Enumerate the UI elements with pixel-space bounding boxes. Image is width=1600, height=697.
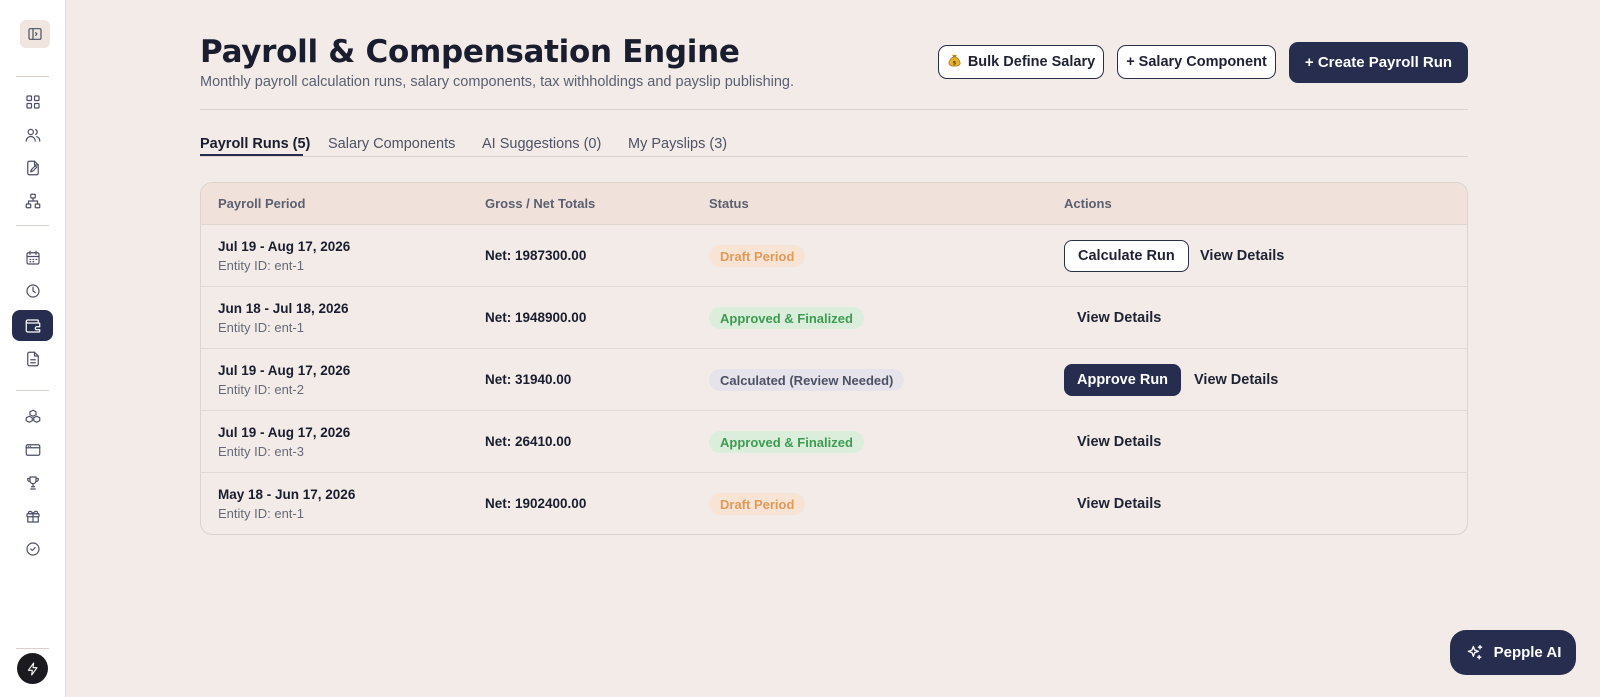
check-circle-icon xyxy=(25,541,40,556)
view-details-button[interactable]: View Details xyxy=(1064,302,1174,334)
create-payroll-run-button[interactable]: + Create Payroll Run xyxy=(1289,42,1468,83)
approve-run-button[interactable]: Approve Run xyxy=(1064,364,1182,396)
sidebar-divider xyxy=(16,76,49,77)
net-total: Net: 1987300.00 xyxy=(485,248,587,263)
tab-payroll-runs[interactable]: Payroll Runs (5) xyxy=(200,136,310,152)
view-details-button[interactable]: View Details xyxy=(1187,240,1297,272)
boxes-icon xyxy=(25,409,40,423)
sidebar-item-performance[interactable] xyxy=(12,467,53,498)
add-salary-component-button[interactable]: + Salary Component xyxy=(1117,45,1276,79)
file-edit-icon xyxy=(26,160,39,175)
sidebar-toggle-button[interactable] xyxy=(20,20,50,48)
sidebar-divider xyxy=(16,225,49,226)
tabs-divider xyxy=(200,156,1468,157)
view-details-button[interactable]: View Details xyxy=(1181,364,1291,396)
header-divider xyxy=(200,109,1468,110)
payroll-period: Jul 19 - Aug 17, 2026 xyxy=(218,363,351,378)
entity-id: Entity ID: ent-1 xyxy=(218,258,304,273)
sidebar-toggle-icon xyxy=(28,28,42,40)
svg-text:$: $ xyxy=(952,60,956,66)
sidebar-item-employees[interactable] xyxy=(12,119,53,150)
status-badge: Draft Period xyxy=(709,493,806,515)
calendar-icon xyxy=(25,250,40,265)
pepple-ai-button[interactable]: Pepple AI xyxy=(1450,630,1576,675)
status-badge: Draft Period xyxy=(709,245,806,267)
sidebar-item-approvals[interactable] xyxy=(12,533,53,564)
column-header-totals: Gross / Net Totals xyxy=(485,196,596,211)
document-icon xyxy=(26,351,39,366)
sidebar-item-assets[interactable] xyxy=(12,401,53,432)
entity-id: Entity ID: ent-1 xyxy=(218,506,304,521)
entity-id: Entity ID: ent-3 xyxy=(218,444,304,459)
payroll-period: Jul 19 - Aug 17, 2026 xyxy=(218,425,351,440)
users-icon xyxy=(25,128,40,142)
status-badge: Approved & Finalized xyxy=(709,431,864,453)
sidebar-item-attendance[interactable] xyxy=(12,275,53,306)
sidebar-divider xyxy=(16,648,49,649)
tab-salary-components[interactable]: Salary Components xyxy=(328,136,455,152)
clock-icon xyxy=(25,283,40,298)
sidebar-item-org-chart[interactable] xyxy=(12,185,53,216)
wallet-icon xyxy=(25,318,40,333)
net-total: Net: 1902400.00 xyxy=(485,496,587,511)
calculate-run-button[interactable]: Calculate Run xyxy=(1064,240,1189,272)
sidebar xyxy=(0,0,66,697)
sidebar-item-dashboard[interactable] xyxy=(12,86,53,117)
page-subtitle: Monthly payroll calculation runs, salary… xyxy=(200,74,795,90)
sidebar-item-portal[interactable] xyxy=(12,434,53,465)
sidebar-item-payroll[interactable] xyxy=(12,310,53,341)
trophy-icon xyxy=(26,475,39,490)
table-row: Jul 19 - Aug 17, 2026 Entity ID: ent-2 N… xyxy=(201,349,1467,411)
tab-ai-suggestions[interactable]: AI Suggestions (0) xyxy=(482,136,601,152)
table-row: May 18 - Jun 17, 2026 Entity ID: ent-1 N… xyxy=(201,473,1467,534)
net-total: Net: 31940.00 xyxy=(485,372,572,387)
dashboard-grid-icon xyxy=(25,94,40,109)
table-row: Jul 19 - Aug 17, 2026 Entity ID: ent-3 N… xyxy=(201,411,1467,473)
payroll-runs-table: Payroll Period Gross / Net Totals Status… xyxy=(200,182,1468,535)
bulk-define-salary-button[interactable]: $ Bulk Define Salary xyxy=(938,45,1104,79)
quick-actions-button[interactable] xyxy=(17,653,48,684)
sidebar-item-documents[interactable] xyxy=(12,343,53,374)
table-row: Jun 18 - Jul 18, 2026 Entity ID: ent-1 N… xyxy=(201,287,1467,349)
view-details-button[interactable]: View Details xyxy=(1064,426,1174,458)
column-header-status: Status xyxy=(709,196,749,211)
lightning-icon xyxy=(27,661,38,676)
org-chart-icon xyxy=(25,193,40,208)
page-title: Payroll & Compensation Engine xyxy=(200,34,740,70)
sidebar-divider xyxy=(16,390,49,391)
sidebar-item-benefits[interactable] xyxy=(12,500,53,531)
payroll-period: Jun 18 - Jul 18, 2026 xyxy=(218,301,349,316)
status-badge: Approved & Finalized xyxy=(709,307,864,329)
entity-id: Entity ID: ent-1 xyxy=(218,320,304,335)
net-total: Net: 1948900.00 xyxy=(485,310,587,325)
table-row: Jul 19 - Aug 17, 2026 Entity ID: ent-1 N… xyxy=(201,225,1467,287)
browser-window-icon xyxy=(25,443,40,456)
entity-id: Entity ID: ent-2 xyxy=(218,382,304,397)
table-header: Payroll Period Gross / Net Totals Status… xyxy=(201,183,1467,225)
sparkles-icon xyxy=(1467,644,1482,659)
payroll-period: Jul 19 - Aug 17, 2026 xyxy=(218,239,351,254)
column-header-actions: Actions xyxy=(1064,196,1112,211)
pepple-ai-label: Pepple AI xyxy=(1493,644,1562,661)
net-total: Net: 26410.00 xyxy=(485,434,572,449)
bulk-define-salary-label: Bulk Define Salary xyxy=(967,54,1096,70)
sidebar-item-leave-calendar[interactable] xyxy=(12,242,53,273)
status-badge: Calculated (Review Needed) xyxy=(709,369,905,391)
gift-icon xyxy=(25,510,40,523)
view-details-button[interactable]: View Details xyxy=(1064,488,1174,520)
money-bag-icon: $ xyxy=(947,53,962,72)
sidebar-item-forms[interactable] xyxy=(12,152,53,183)
tab-my-payslips[interactable]: My Payslips (3) xyxy=(628,136,727,152)
column-header-period: Payroll Period xyxy=(218,196,306,211)
payroll-period: May 18 - Jun 17, 2026 xyxy=(218,487,356,502)
